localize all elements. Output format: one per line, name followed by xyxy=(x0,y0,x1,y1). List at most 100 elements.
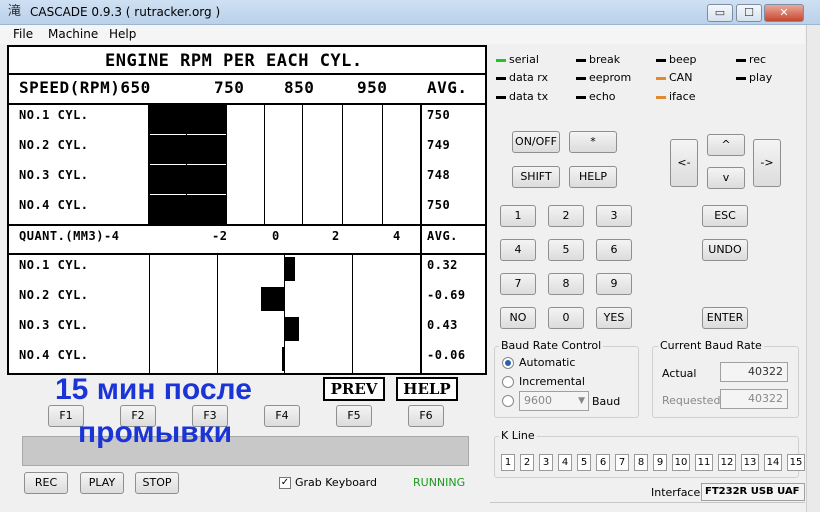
rec-button[interactable]: REC xyxy=(24,472,68,494)
grab-keyboard-label: Grab Keyboard xyxy=(295,476,377,489)
kline-cell[interactable]: 9 xyxy=(653,454,667,471)
play-button[interactable]: PLAY xyxy=(80,472,124,494)
led-label: data rx xyxy=(509,71,549,84)
menu-bar: File Machine Help xyxy=(0,25,805,44)
led-indicator xyxy=(496,77,506,80)
menu-machine[interactable]: Machine xyxy=(48,27,98,41)
onoff-button[interactable]: ON/OFF xyxy=(512,131,560,153)
rpm-row-label: NO.3 CYL. xyxy=(19,168,89,182)
kline-title: K Line xyxy=(499,429,537,442)
kline-cell[interactable]: 2 xyxy=(520,454,534,471)
kline-cell[interactable]: 6 xyxy=(596,454,610,471)
f5-button[interactable]: F5 xyxy=(336,405,372,427)
rpm-axis-label: SPEED(RPM)650 xyxy=(19,78,151,97)
kline-cell[interactable]: 12 xyxy=(718,454,736,471)
no-button[interactable]: NO xyxy=(500,307,536,329)
minimize-button[interactable]: ▭ xyxy=(707,4,733,22)
kline-cell[interactable]: 13 xyxy=(741,454,759,471)
undo-button[interactable]: UNDO xyxy=(702,239,748,261)
quant-bar xyxy=(261,287,284,311)
digit-6-button[interactable]: 6 xyxy=(596,239,632,261)
quant-avg-header: AVG. xyxy=(427,229,458,243)
right-arrow-button[interactable]: -> xyxy=(753,139,781,187)
led-label: rec xyxy=(749,53,767,66)
quant-row-label: NO.1 CYL. xyxy=(19,258,89,272)
left-arrow-button[interactable]: <- xyxy=(670,139,698,187)
kline-cell[interactable]: 1 xyxy=(501,454,515,471)
f4-button[interactable]: F4 xyxy=(264,405,300,427)
prev-softkey[interactable]: PREV xyxy=(323,377,385,401)
digit-2-button[interactable]: 2 xyxy=(548,205,584,227)
maximize-button[interactable]: ☐ xyxy=(736,4,762,22)
kline-cell[interactable]: 10 xyxy=(672,454,690,471)
stop-button[interactable]: STOP xyxy=(135,472,179,494)
baud-select[interactable]: 9600 ▼ xyxy=(519,391,589,411)
up-arrow-button[interactable]: ^ xyxy=(707,134,745,156)
menu-help[interactable]: Help xyxy=(109,27,136,41)
rpm-row-value: 749 xyxy=(427,138,451,152)
help-softkey[interactable]: HELP xyxy=(396,377,458,401)
led-indicator xyxy=(576,59,586,62)
shift-button[interactable]: SHIFT xyxy=(512,166,560,188)
led-label: echo xyxy=(589,90,616,103)
led-label: serial xyxy=(509,53,539,66)
incremental-radio[interactable] xyxy=(502,376,514,388)
digit-9-button[interactable]: 9 xyxy=(596,273,632,295)
kline-cell[interactable]: 4 xyxy=(558,454,572,471)
automatic-radio[interactable] xyxy=(502,357,514,369)
chevron-down-icon: ▼ xyxy=(578,396,585,406)
actual-label: Actual xyxy=(662,367,697,380)
quant-row-value: -0.06 xyxy=(427,348,466,362)
kline-cell[interactable]: 14 xyxy=(764,454,782,471)
digit-1-button[interactable]: 1 xyxy=(500,205,536,227)
rpm-row-value: 750 xyxy=(427,108,451,122)
lcd-display: ENGINE RPM PER EACH CYL. SPEED(RPM)650 7… xyxy=(7,45,487,375)
interface-field: FT232R USB UAF xyxy=(701,483,805,501)
kline-cell[interactable]: 7 xyxy=(615,454,629,471)
quant-row-label: NO.4 CYL. xyxy=(19,348,89,362)
digit-8-button[interactable]: 8 xyxy=(548,273,584,295)
grab-keyboard-checkbox[interactable]: ✓ xyxy=(279,477,291,489)
quant-tick: 0 xyxy=(272,229,280,243)
close-button[interactable]: ✕ xyxy=(764,4,804,22)
kline-cell[interactable]: 11 xyxy=(695,454,713,471)
title-bar: 滝 CASCADE 0.9.3 ( rutracker.org ) ▭ ☐ ✕ xyxy=(0,0,820,25)
window-title: CASCADE 0.9.3 ( rutracker.org ) xyxy=(30,5,221,19)
menu-file[interactable]: File xyxy=(13,27,33,41)
led-indicator xyxy=(736,77,746,80)
kline-cell[interactable]: 15 xyxy=(787,454,805,471)
quant-bar xyxy=(282,347,284,371)
esc-button[interactable]: ESC xyxy=(702,205,748,227)
fixed-baud-radio[interactable] xyxy=(502,395,514,407)
running-status: RUNNING xyxy=(413,476,466,489)
down-arrow-button[interactable]: v xyxy=(707,167,745,189)
scrollbar[interactable] xyxy=(806,25,820,512)
digit-7-button[interactable]: 7 xyxy=(500,273,536,295)
digit-5-button[interactable]: 5 xyxy=(548,239,584,261)
quant-bar xyxy=(284,317,299,341)
kline-cell[interactable]: 3 xyxy=(539,454,553,471)
quant-axis-label: QUANT.(MM3)-4 xyxy=(19,229,120,243)
star-button[interactable]: * xyxy=(569,131,617,153)
yes-button[interactable]: YES xyxy=(596,307,632,329)
led-label: iface xyxy=(669,90,696,103)
interface-label: Interface xyxy=(651,486,701,499)
kline-cell[interactable]: 5 xyxy=(577,454,591,471)
kline-cell[interactable]: 8 xyxy=(634,454,648,471)
help-button[interactable]: HELP xyxy=(569,166,617,188)
digit-0-button[interactable]: 0 xyxy=(548,307,584,329)
f6-button[interactable]: F6 xyxy=(408,405,444,427)
digit-3-button[interactable]: 3 xyxy=(596,205,632,227)
overlay-caption: промывки xyxy=(78,416,233,449)
requested-label: Requested xyxy=(662,394,721,407)
rpm-row-value: 748 xyxy=(427,168,451,182)
led-indicator xyxy=(656,59,666,62)
digit-4-button[interactable]: 4 xyxy=(500,239,536,261)
automatic-label: Automatic xyxy=(519,356,576,369)
led-indicator xyxy=(736,59,746,62)
enter-button[interactable]: ENTER xyxy=(702,307,748,329)
baud-label: Baud xyxy=(592,395,621,408)
rpm-bar xyxy=(150,165,226,194)
overlay-caption: 15 мин после xyxy=(55,373,252,406)
rpm-bar xyxy=(150,135,226,164)
